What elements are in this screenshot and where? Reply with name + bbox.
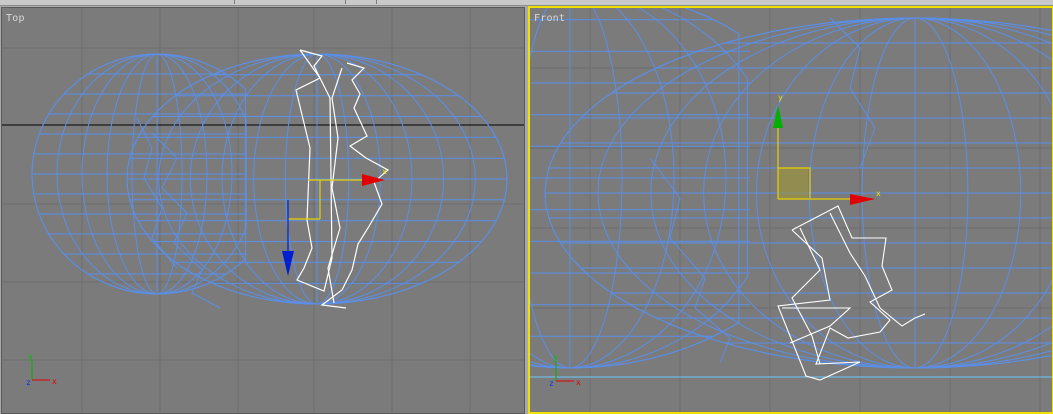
gizmo-y-label: y (778, 93, 783, 102)
corner-axis-z-label: z (26, 378, 31, 387)
viewport-label-top[interactable]: Top (6, 13, 25, 24)
viewport-top[interactable]: x y x z Top (1, 7, 525, 414)
corner-axis-tripod: y x z (26, 352, 57, 387)
viewport-front[interactable]: x y y x z Front (528, 6, 1053, 414)
viewport-front-scene[interactable]: x y y x z (530, 8, 1052, 412)
grid (2, 8, 524, 413)
corner-axis-z-label: z (549, 379, 554, 388)
corner-axis-x-label: x (52, 377, 57, 386)
move-gizmo[interactable]: x y (773, 93, 881, 205)
toolbar-separator (376, 0, 377, 4)
gizmo-z-arrow[interactable] (282, 251, 294, 276)
gizmo-x-label: x (382, 167, 387, 176)
viewport-label-front[interactable]: Front (534, 13, 565, 24)
viewport-top-scene[interactable]: x y x z (2, 8, 524, 413)
toolbar-separator (234, 0, 235, 4)
corner-axis-y-label: y (28, 352, 33, 361)
gizmo-y-arrow[interactable] (773, 105, 783, 128)
gizmo-xy-plane[interactable] (778, 168, 808, 199)
corner-axis-y-label: y (553, 353, 558, 362)
sphere-wireframe[interactable] (31, 53, 508, 309)
toolbar-separator (345, 0, 346, 4)
corner-axis-x-label: x (576, 378, 581, 387)
corner-axis-tripod: y x z (549, 353, 581, 388)
gizmo-x-label: x (876, 189, 881, 198)
